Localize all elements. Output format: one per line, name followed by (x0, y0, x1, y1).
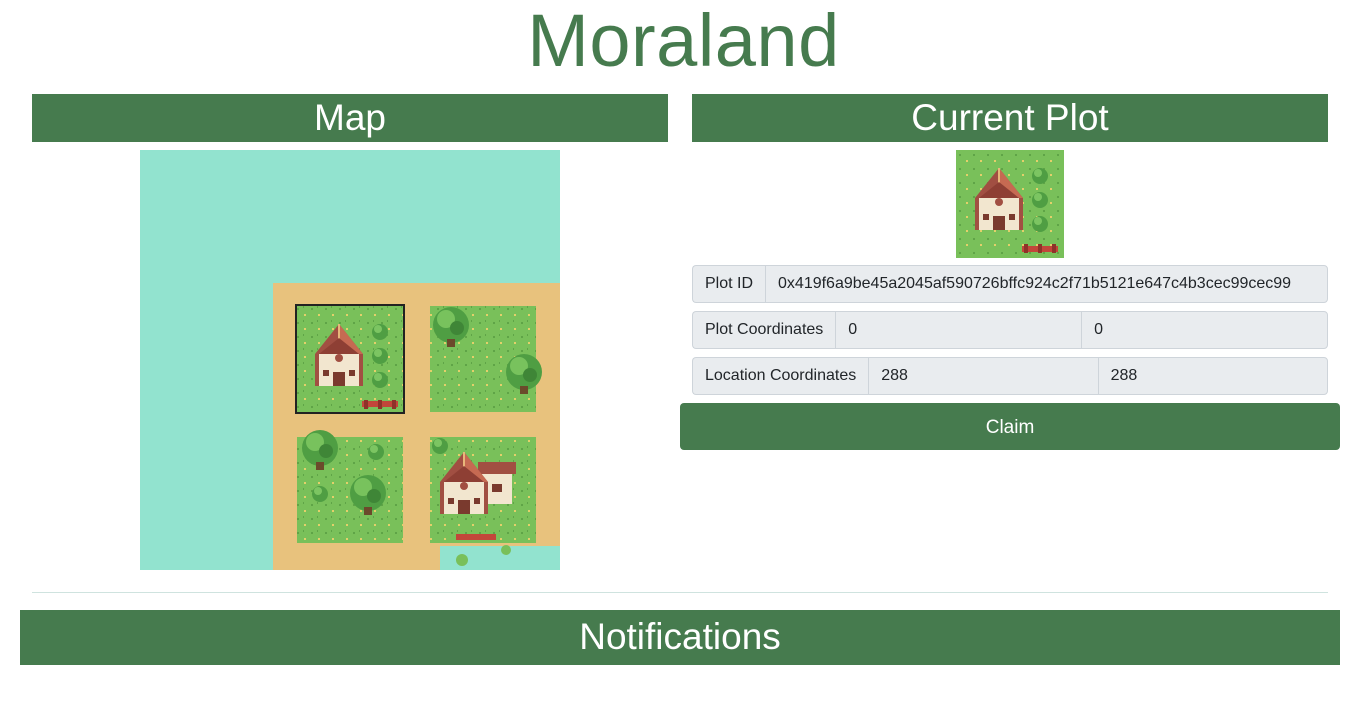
plot-coordinates-group: Plot Coordinates (692, 311, 1329, 349)
plot-preview-graphic (956, 150, 1064, 258)
plot-preview-image (956, 150, 1064, 258)
location-y-field[interactable] (1097, 357, 1328, 395)
section-divider (32, 592, 1328, 593)
map-graphic (140, 150, 560, 570)
map-header: Map (32, 94, 668, 142)
current-plot-header: Current Plot (692, 94, 1328, 142)
map-canvas[interactable] (140, 150, 560, 570)
location-x-field[interactable] (868, 357, 1098, 395)
plot-y-field[interactable] (1081, 311, 1329, 349)
plot-id-field[interactable] (765, 265, 1328, 303)
notifications-header: Notifications (20, 610, 1340, 665)
plot-id-label: Plot ID (692, 265, 766, 303)
location-coordinates-group: Location Coordinates (692, 357, 1328, 395)
claim-button[interactable]: Claim (680, 403, 1340, 450)
plot-id-group: Plot ID (692, 265, 1328, 303)
app-title: Moraland (527, 0, 840, 82)
plot-coordinates-label: Plot Coordinates (692, 311, 836, 349)
location-coordinates-label: Location Coordinates (692, 357, 869, 395)
plot-x-field[interactable] (835, 311, 1082, 349)
